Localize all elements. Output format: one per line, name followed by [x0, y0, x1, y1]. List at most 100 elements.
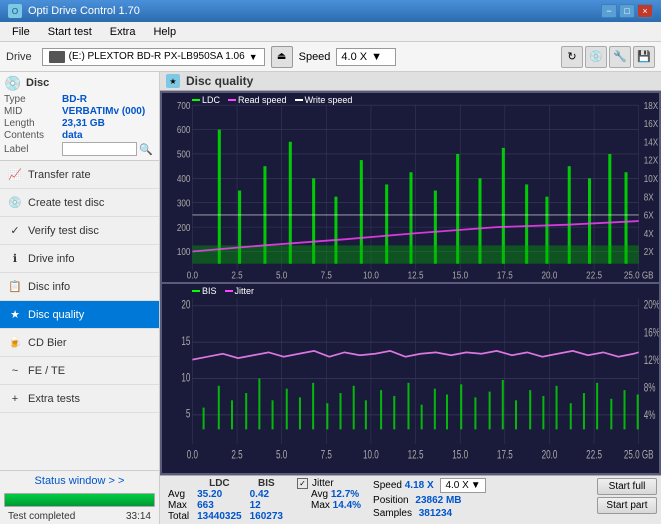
menu-start-test[interactable]: Start test	[40, 24, 100, 40]
top-chart: LDC Read speed Write speed	[162, 93, 659, 282]
disc-section-title: Disc	[26, 77, 49, 89]
drive-select[interactable]: (E:) PLEXTOR BD-R PX-LB950SA 1.06 ▼	[42, 48, 265, 66]
svg-text:12.5: 12.5	[408, 270, 424, 281]
menubar: File Start test Extra Help	[0, 22, 661, 42]
maximize-button[interactable]: □	[619, 4, 635, 18]
sidebar-item-create-test-disc[interactable]: 💿 Create test disc	[0, 189, 159, 217]
svg-text:10.0: 10.0	[363, 449, 379, 462]
svg-text:5.0: 5.0	[276, 270, 287, 281]
svg-text:200: 200	[177, 222, 191, 233]
svg-text:5.0: 5.0	[276, 449, 288, 462]
svg-text:20: 20	[181, 299, 190, 312]
status-time: 33:14	[122, 510, 155, 523]
eject-button[interactable]: ⏏	[271, 46, 293, 68]
svg-text:4%: 4%	[644, 410, 656, 423]
svg-text:17.5: 17.5	[497, 449, 513, 462]
sidebar-item-drive-info[interactable]: ℹ Drive info	[0, 245, 159, 273]
svg-text:10: 10	[181, 372, 190, 385]
sidebar-item-cd-bier[interactable]: 🍺 CD Bier	[0, 329, 159, 357]
close-button[interactable]: ×	[637, 4, 653, 18]
status-window-label: Status window > >	[35, 475, 125, 487]
svg-text:400: 400	[177, 173, 191, 184]
sidebar-item-fe-te[interactable]: ~ FE / TE	[0, 357, 159, 385]
svg-text:6X: 6X	[644, 210, 654, 221]
speed-val-display: 4.18 X	[405, 480, 434, 491]
sidebar-item-label: Transfer rate	[28, 169, 91, 181]
disc-label-key: Label	[4, 144, 60, 155]
svg-text:2X: 2X	[644, 246, 654, 257]
start-full-button[interactable]: Start full	[597, 478, 657, 495]
status-window-button[interactable]: Status window > >	[0, 471, 159, 491]
svg-text:10X: 10X	[644, 173, 658, 184]
settings-button[interactable]: 🔧	[609, 46, 631, 68]
bottom-chart-svg: 20 15 10 5 20% 16% 12% 8% 4% 0.0 2.5 5.0…	[162, 284, 659, 473]
svg-text:300: 300	[177, 198, 191, 209]
minimize-button[interactable]: −	[601, 4, 617, 18]
disc-icon: 💿	[4, 76, 22, 90]
svg-text:16%: 16%	[644, 327, 659, 340]
bottom-chart: BIS Jitter	[162, 284, 659, 473]
sidebar-item-label: Verify test disc	[28, 225, 99, 237]
refresh-button[interactable]: ↻	[561, 46, 583, 68]
max-ldc: 663	[193, 500, 246, 511]
disc-info-icon: 📋	[8, 280, 22, 294]
svg-text:15.0: 15.0	[452, 449, 468, 462]
sidebar-item-label: CD Bier	[28, 337, 67, 349]
sidebar-item-disc-quality[interactable]: ★ Disc quality	[0, 301, 159, 329]
speed-label-sm: Speed	[373, 480, 402, 491]
svg-text:14X: 14X	[644, 137, 658, 148]
nav-items: 📈 Transfer rate 💿 Create test disc ✓ Ver…	[0, 161, 159, 413]
disc-button[interactable]: 💿	[585, 46, 607, 68]
jitter-avg: 12.7%	[331, 489, 359, 500]
sidebar-item-extra-tests[interactable]: + Extra tests	[0, 385, 159, 413]
start-buttons: Start full Start part	[597, 478, 657, 514]
contents-value: data	[62, 130, 83, 141]
disc-label-icon[interactable]: 🔍	[139, 143, 153, 156]
svg-text:15.0: 15.0	[452, 270, 468, 281]
svg-text:4X: 4X	[644, 228, 654, 239]
sidebar-item-disc-info[interactable]: 📋 Disc info	[0, 273, 159, 301]
jitter-checkbox[interactable]: ✓	[297, 478, 308, 489]
sidebar-item-verify-test-disc[interactable]: ✓ Verify test disc	[0, 217, 159, 245]
speed-position-section: Speed 4.18 X 4.0 X ▼ Position 23862 MB	[373, 478, 486, 519]
menu-help[interactable]: Help	[145, 24, 184, 40]
titlebar: O Opti Drive Control 1.70 − □ ×	[0, 0, 661, 22]
start-part-button[interactable]: Start part	[597, 497, 657, 514]
jitter-section: ✓ Jitter	[297, 478, 361, 489]
top-chart-legend: LDC Read speed Write speed	[192, 95, 352, 105]
svg-text:12%: 12%	[644, 355, 659, 368]
position-val: 23862 MB	[415, 495, 461, 506]
svg-text:100: 100	[177, 246, 191, 257]
menu-file[interactable]: File	[4, 24, 38, 40]
cd-bier-icon: 🍺	[8, 336, 22, 350]
length-value: 23,31 GB	[62, 118, 105, 129]
top-chart-svg: 700 600 500 400 300 200 100 18X 16X 14X …	[162, 93, 659, 282]
svg-text:22.5: 22.5	[586, 449, 602, 462]
sidebar-item-label: FE / TE	[28, 365, 65, 377]
sidebar-item-label: Disc quality	[28, 309, 84, 321]
main-layout: 💿 Disc Type BD-R MID VERBATIMv (000) Len…	[0, 72, 661, 524]
main-content: ★ Disc quality LDC Read speed	[160, 72, 661, 524]
svg-text:20.0: 20.0	[542, 270, 558, 281]
total-label: Total	[164, 511, 193, 522]
speed-select[interactable]: 4.0 X ▼	[336, 48, 396, 66]
svg-text:25.0 GB: 25.0 GB	[624, 449, 654, 462]
sidebar-item-transfer-rate[interactable]: 📈 Transfer rate	[0, 161, 159, 189]
jitter-avg-label: Avg	[311, 489, 331, 500]
disc-label-input[interactable]	[62, 142, 137, 156]
position-label: Position	[373, 495, 409, 506]
svg-text:12.5: 12.5	[408, 449, 424, 462]
speed-label: Speed	[299, 51, 331, 63]
speed-dropdown[interactable]: 4.0 X ▼	[440, 478, 485, 493]
save-button[interactable]: 💾	[633, 46, 655, 68]
menu-extra[interactable]: Extra	[102, 24, 144, 40]
svg-text:2.5: 2.5	[231, 270, 242, 281]
avg-bis: 0.42	[246, 489, 287, 500]
total-ldc: 13440325	[193, 511, 246, 522]
total-bis: 160273	[246, 511, 287, 522]
samples-label: Samples	[373, 508, 412, 519]
svg-text:7.5: 7.5	[321, 270, 332, 281]
speed-dropdown-arrow: ▼	[471, 480, 481, 491]
type-label: Type	[4, 94, 60, 105]
avg-label: Avg	[164, 489, 193, 500]
